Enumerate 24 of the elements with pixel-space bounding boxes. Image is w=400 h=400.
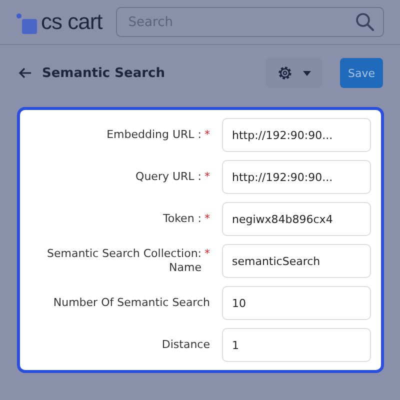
field-label: Embedding URL :	[106, 128, 202, 142]
required-mark: *	[204, 246, 210, 261]
page-title: Semantic Search	[42, 66, 165, 80]
field-label: Query URL :	[136, 170, 202, 184]
input-field[interactable]: 10	[222, 286, 371, 320]
gear-icon	[276, 65, 293, 81]
search-icon	[355, 12, 375, 32]
settings-dropdown[interactable]	[266, 58, 322, 88]
required-mark: *	[204, 128, 210, 142]
input-field[interactable]: semanticSearch	[222, 244, 371, 278]
input-field[interactable]: http://192:90:90...	[222, 160, 371, 194]
caret-icon	[302, 70, 311, 76]
required-mark: *	[204, 212, 210, 226]
back-arrow-icon[interactable]	[18, 67, 32, 79]
field-label: Token :	[163, 212, 202, 226]
field-label: Number Of Semantic Search	[53, 296, 210, 310]
input-field[interactable]: 1	[222, 328, 371, 362]
logo-text: cs cart	[41, 9, 102, 35]
logo-icon	[16, 13, 38, 35]
field-label: Semantic Search Collection: Name	[46, 246, 202, 276]
input-field[interactable]: negiwx84b896cx4	[222, 202, 371, 236]
field-label: Distance	[162, 338, 210, 352]
required-mark: *	[204, 170, 210, 184]
input-field[interactable]: http://192:90:90...	[222, 118, 371, 152]
